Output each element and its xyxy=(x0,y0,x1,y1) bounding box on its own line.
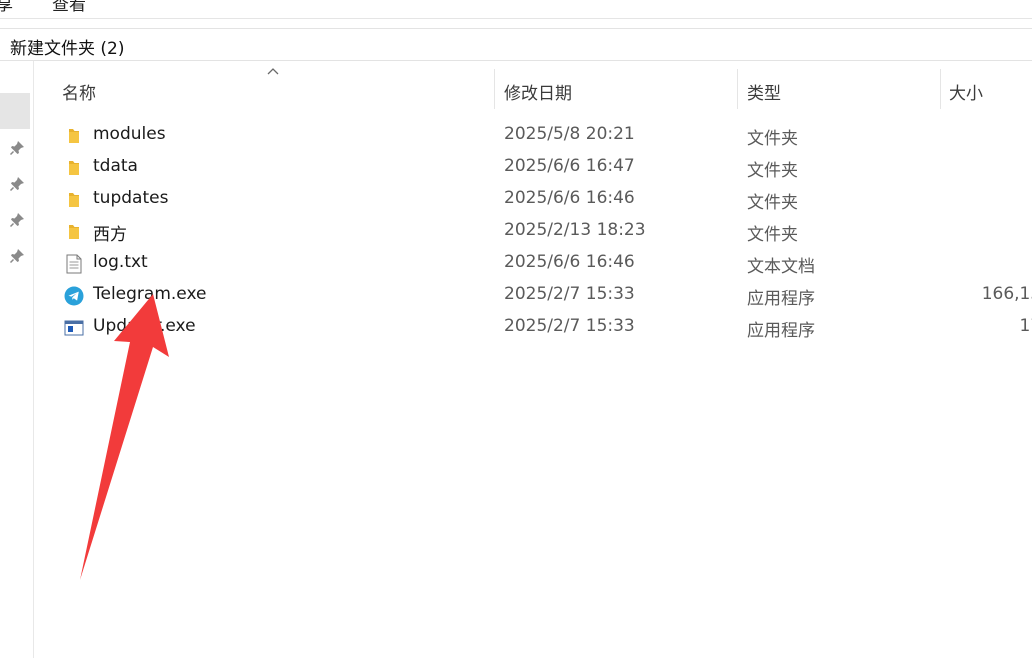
column-header-size-label: 大小 xyxy=(949,84,983,104)
folder-icon xyxy=(69,193,79,207)
pin-icon[interactable] xyxy=(9,248,25,264)
file-date: 2025/6/6 16:47 xyxy=(504,156,635,176)
file-name: Telegram.exe xyxy=(93,284,207,304)
folder-icon xyxy=(69,161,79,175)
file-type: 文件夹 xyxy=(747,193,798,213)
address-bar[interactable]: 新建文件夹 (2) xyxy=(0,28,1032,61)
file-type: 文件夹 xyxy=(747,161,798,181)
file-date: 2025/2/7 15:33 xyxy=(504,316,635,336)
current-folder-path[interactable]: 新建文件夹 (2) xyxy=(10,34,124,59)
app-window-icon xyxy=(64,320,84,336)
file-row[interactable]: modules 2025/5/8 20:21 文件夹 xyxy=(40,119,1032,151)
file-name: log.txt xyxy=(93,252,148,272)
file-row[interactable]: Updater.exe 2025/2/7 15:33 应用程序 175 xyxy=(40,311,1032,343)
column-header-name-label: 名称 xyxy=(62,84,96,104)
column-header-date-label: 修改日期 xyxy=(504,84,572,104)
file-row[interactable]: tupdates 2025/6/6 16:46 文件夹 xyxy=(40,183,1032,215)
file-type: 应用程序 xyxy=(747,321,815,341)
column-header-type-label: 类型 xyxy=(747,84,781,104)
column-header-size[interactable]: 大小 xyxy=(941,61,1032,119)
file-name: tupdates xyxy=(93,188,169,208)
folder-icon xyxy=(69,225,79,239)
file-name: tdata xyxy=(93,156,138,176)
file-row[interactable]: Telegram.exe 2025/2/7 15:33 应用程序 166,158 xyxy=(40,279,1032,311)
file-date: 2025/2/7 15:33 xyxy=(504,284,635,304)
file-name: Updater.exe xyxy=(93,316,196,336)
file-type: 文件夹 xyxy=(747,225,798,245)
column-header-date[interactable]: 修改日期 xyxy=(495,61,737,119)
file-type: 文本文档 xyxy=(747,257,815,277)
text-file-icon xyxy=(66,254,82,274)
pin-icon[interactable] xyxy=(9,212,25,228)
pin-icon[interactable] xyxy=(9,140,25,156)
file-row[interactable]: log.txt 2025/6/6 16:46 文本文档 12 xyxy=(40,247,1032,279)
file-date: 2025/2/13 18:23 xyxy=(504,220,646,240)
column-header-name[interactable]: 名称 xyxy=(40,61,495,119)
ribbon-menu: 享 查看 xyxy=(0,0,1032,19)
file-size: 175 xyxy=(1019,316,1032,336)
file-date: 2025/6/6 16:46 xyxy=(504,188,635,208)
navigation-pane xyxy=(0,61,34,658)
pin-icon[interactable] xyxy=(9,176,25,192)
file-name: modules xyxy=(93,124,166,144)
file-type: 文件夹 xyxy=(747,129,798,149)
folder-icon xyxy=(69,129,79,143)
file-size: 166,158 xyxy=(981,284,1032,304)
file-row[interactable]: tdata 2025/6/6 16:47 文件夹 xyxy=(40,151,1032,183)
file-type: 应用程序 xyxy=(747,289,815,309)
nav-selected-item[interactable] xyxy=(0,93,30,129)
file-date: 2025/6/6 16:46 xyxy=(504,252,635,272)
ribbon-tab-share[interactable]: 享 xyxy=(0,0,13,15)
file-date: 2025/5/8 20:21 xyxy=(504,124,635,144)
ribbon-tab-view[interactable]: 查看 xyxy=(52,0,86,15)
file-name: 西方 xyxy=(93,225,127,245)
column-header-type[interactable]: 类型 xyxy=(738,61,940,119)
file-explorer-window: 享 查看 新建文件夹 (2) 名称 修改日期 类型 大小 modules 202… xyxy=(0,0,1032,658)
file-row[interactable]: 西方 2025/2/13 18:23 文件夹 xyxy=(40,215,1032,247)
telegram-icon xyxy=(64,286,84,306)
